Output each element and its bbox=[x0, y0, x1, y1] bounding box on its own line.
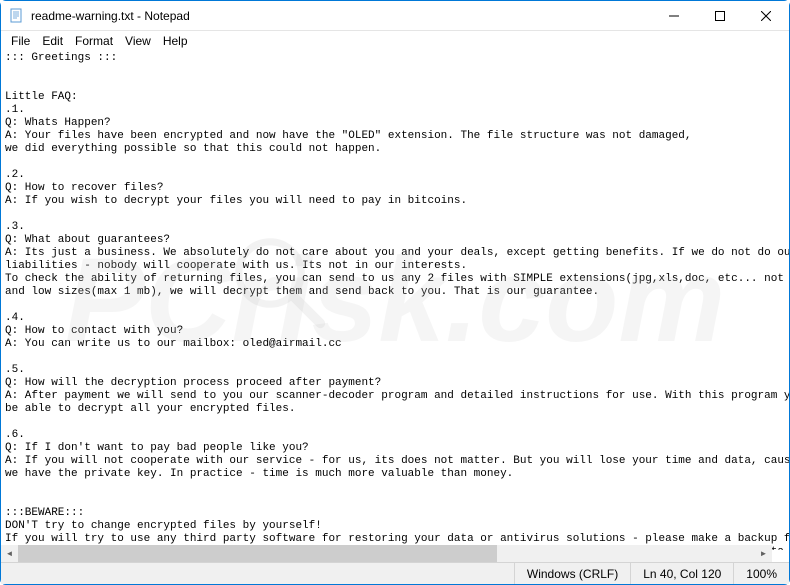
close-button[interactable] bbox=[743, 1, 789, 31]
menu-file[interactable]: File bbox=[5, 33, 36, 49]
scroll-track[interactable] bbox=[18, 545, 755, 562]
menu-help[interactable]: Help bbox=[157, 33, 194, 49]
scroll-right-arrow-icon[interactable]: ► bbox=[755, 545, 772, 562]
scroll-thumb[interactable] bbox=[18, 545, 497, 562]
window-title: readme-warning.txt - Notepad bbox=[31, 9, 651, 23]
menu-edit[interactable]: Edit bbox=[36, 33, 69, 49]
status-cursor-position: Ln 40, Col 120 bbox=[630, 563, 733, 584]
document-text[interactable]: ::: Greetings ::: Little FAQ: .1. Q: Wha… bbox=[1, 50, 789, 550]
titlebar: readme-warning.txt - Notepad bbox=[1, 1, 789, 31]
menu-format[interactable]: Format bbox=[69, 33, 119, 49]
scroll-left-arrow-icon[interactable]: ◄ bbox=[1, 545, 18, 562]
notepad-icon bbox=[9, 8, 25, 24]
window-controls bbox=[651, 1, 789, 31]
minimize-button[interactable] bbox=[651, 1, 697, 31]
status-encoding: Windows (CRLF) bbox=[514, 563, 630, 584]
status-zoom: 100% bbox=[733, 563, 789, 584]
maximize-button[interactable] bbox=[697, 1, 743, 31]
menubar: File Edit Format View Help bbox=[1, 31, 789, 50]
horizontal-scrollbar[interactable]: ◄ ► bbox=[1, 545, 772, 562]
text-editor-area[interactable]: PCrisk.com ::: Greetings ::: Little FAQ:… bbox=[1, 50, 789, 550]
statusbar: Windows (CRLF) Ln 40, Col 120 100% bbox=[1, 562, 789, 584]
menu-view[interactable]: View bbox=[119, 33, 157, 49]
